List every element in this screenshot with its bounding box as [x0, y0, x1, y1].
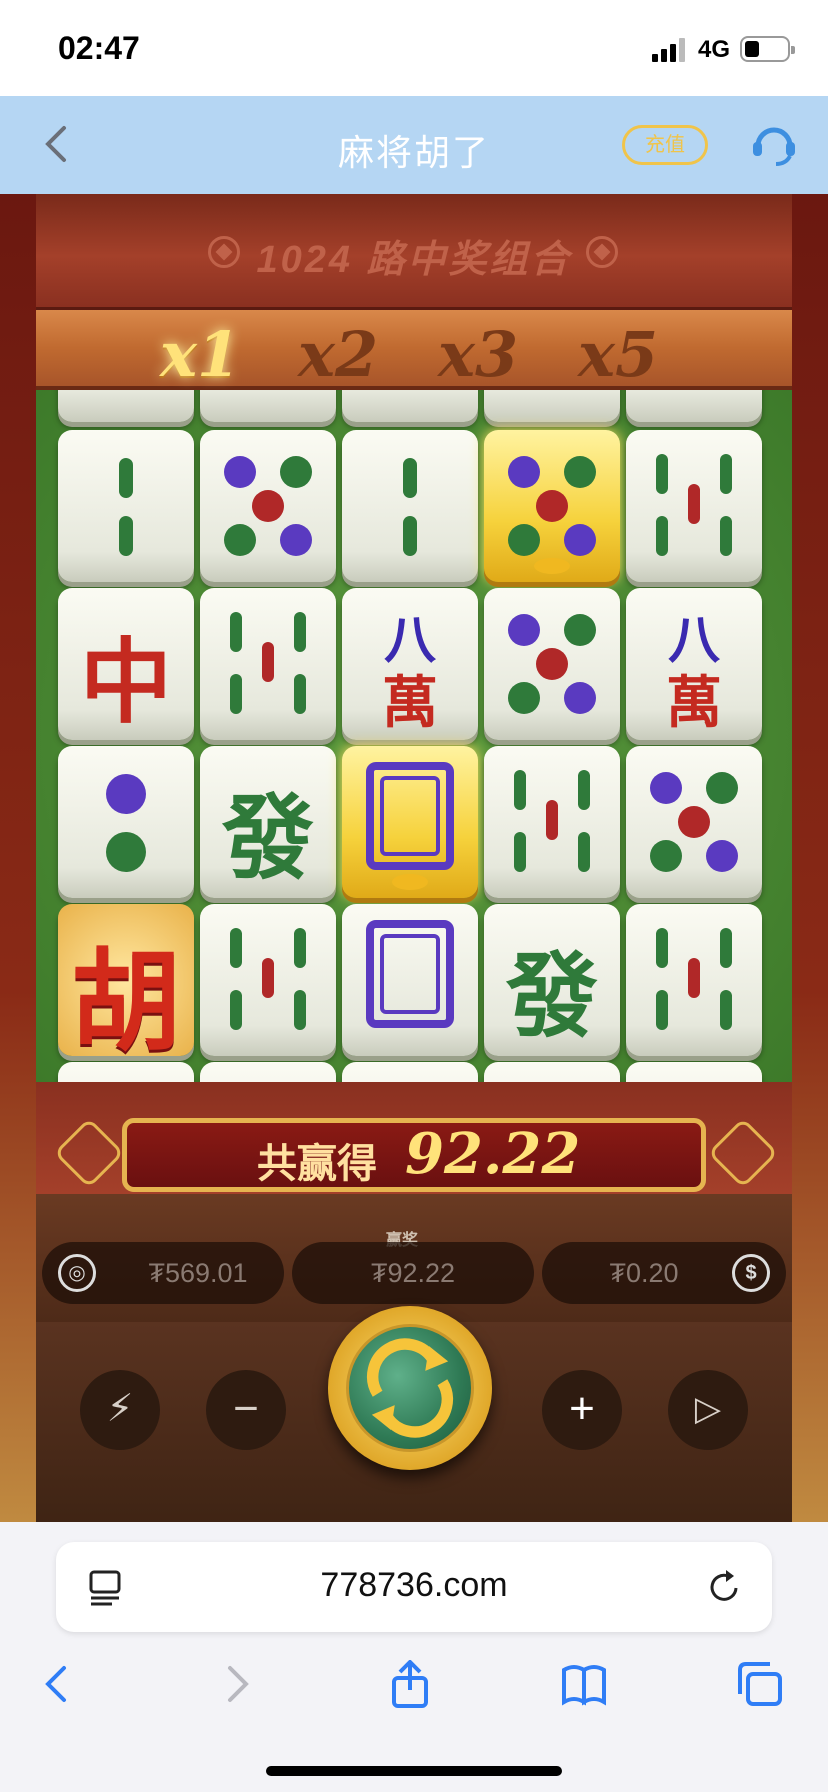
wallet-icon[interactable]: ◎	[58, 1254, 96, 1292]
tile-character-8: 八 萬	[342, 588, 478, 740]
tile-red-dragon: 中	[58, 588, 194, 740]
win-panel: 共赢得 92.22	[36, 1082, 792, 1194]
knot-ornament-icon	[53, 1117, 125, 1189]
character-suit-glyph: 萬	[382, 670, 438, 736]
autoplay-button[interactable]: ▷	[668, 1370, 748, 1450]
tile-circle-5	[200, 430, 336, 582]
battery-icon	[740, 36, 795, 62]
browser-toolbar: 778736.com	[0, 1522, 828, 1792]
tile-bamboo-2	[342, 430, 478, 582]
last-win-pill: ₮92.22	[292, 1242, 534, 1304]
app-header: 麻将胡了 充值	[0, 96, 828, 194]
multiplier-x1: x1	[160, 318, 241, 391]
back-arrow-icon[interactable]	[34, 1660, 82, 1708]
home-indicator	[266, 1766, 562, 1776]
character-suit-glyph: 萬	[666, 670, 722, 736]
tile-white-dragon	[342, 904, 478, 1056]
tile-circle-5-gold	[484, 430, 620, 582]
green-dragon-glyph: 發	[505, 942, 598, 1050]
game-frame: 1024 路中奖组合 x1 x2 x3 x5 中 八 萬 八 萬 發 胡 發 共…	[36, 194, 792, 1522]
bookmarks-icon[interactable]	[560, 1660, 608, 1708]
total-win-label: 共赢得	[257, 1140, 377, 1187]
signal-icon	[652, 38, 688, 62]
url-text: 778736.com	[320, 1566, 508, 1604]
tile-partial	[484, 390, 620, 422]
tile-partial	[58, 390, 194, 422]
status-bar: 02:47 4G	[0, 0, 828, 96]
tile-wild-hu: 胡	[58, 904, 194, 1066]
forward-arrow-icon[interactable]	[212, 1660, 260, 1708]
last-win-value: ₮92.22	[370, 1258, 456, 1288]
tile-character-8: 八 萬	[626, 588, 762, 740]
reload-icon[interactable]	[706, 1568, 744, 1606]
tile-partial	[200, 390, 336, 422]
green-dragon-glyph: 發	[221, 784, 314, 892]
wild-hu-glyph: 胡	[71, 937, 181, 1066]
tile-partial	[58, 1062, 194, 1082]
spin-button[interactable]	[328, 1306, 492, 1470]
tile-circle-2	[58, 746, 194, 898]
ways-banner-title: 1024 路中奖组合	[256, 239, 572, 281]
ways-banner: 1024 路中奖组合	[36, 194, 792, 310]
total-win-amount: 92.22	[405, 1121, 581, 1187]
balance-value: ₮569.01	[148, 1258, 248, 1288]
tile-partial	[484, 1062, 620, 1082]
knot-ornament-icon	[707, 1117, 779, 1189]
decrease-bet-button[interactable]: −	[206, 1370, 286, 1450]
customer-service-icon[interactable]	[748, 118, 800, 170]
left-backdrop	[0, 194, 36, 1522]
tile-bamboo-5	[626, 430, 762, 582]
tile-partial	[626, 1062, 762, 1082]
tile-bamboo-5	[200, 588, 336, 740]
tile-partial	[342, 1062, 478, 1082]
multiplier-x3: x3	[438, 318, 519, 391]
increase-bet-button[interactable]: +	[542, 1370, 622, 1450]
total-win-box: 共赢得 92.22	[122, 1118, 706, 1192]
share-icon[interactable]	[386, 1660, 434, 1708]
tile-bamboo-5	[200, 904, 336, 1056]
bet-coin-icon[interactable]: $	[732, 1254, 770, 1292]
reel-grid: 中 八 萬 八 萬 發 胡 發	[36, 390, 792, 1082]
tile-partial	[200, 1062, 336, 1082]
bet-value: ₮0.20	[609, 1258, 679, 1288]
tile-bamboo-2	[58, 430, 194, 582]
network-type: 4G	[698, 36, 731, 63]
tile-circle-5	[484, 588, 620, 740]
address-bar[interactable]: 778736.com	[56, 1542, 772, 1632]
tile-partial	[626, 390, 762, 422]
spin-arrows-icon	[346, 1324, 474, 1452]
multiplier-bar: x1 x2 x3 x5	[36, 310, 792, 391]
tile-bamboo-5	[626, 904, 762, 1056]
tile-circle-5	[626, 746, 762, 898]
tabs-icon[interactable]	[736, 1660, 784, 1708]
multiplier-x2: x2	[298, 318, 379, 391]
status-time: 02:47	[58, 30, 140, 66]
multiplier-x5: x5	[578, 318, 659, 391]
tile-partial	[342, 390, 478, 422]
tile-green-dragon: 發	[484, 904, 620, 1056]
recharge-button[interactable]: 充值	[622, 125, 708, 165]
turbo-lightning-button[interactable]: ⚡	[80, 1370, 160, 1450]
tile-white-dragon-gold	[342, 746, 478, 898]
tile-bamboo-5	[484, 746, 620, 898]
red-dragon-glyph: 中	[79, 628, 172, 736]
tile-green-dragon: 發	[200, 746, 336, 898]
game-viewport: 1024 路中奖组合 x1 x2 x3 x5 中 八 萬 八 萬 發 胡 發 共…	[0, 194, 828, 1522]
right-backdrop	[792, 194, 828, 1522]
diamond-ornament-icon	[586, 236, 618, 268]
